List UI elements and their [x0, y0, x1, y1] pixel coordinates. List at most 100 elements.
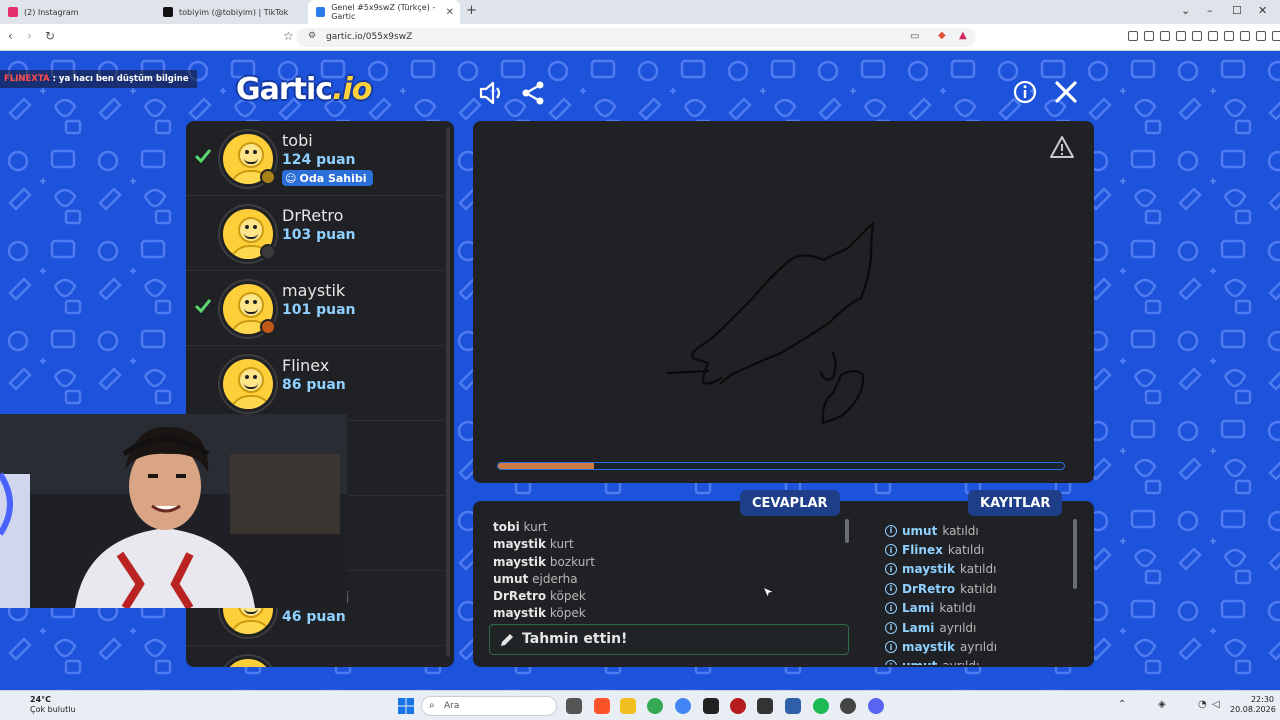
close-window-button[interactable]: ✕	[1258, 4, 1267, 17]
maximize-button[interactable]: ☐	[1232, 4, 1242, 17]
players-scrollbar[interactable]	[446, 127, 450, 657]
network-icon[interactable]: ◈	[1158, 699, 1166, 710]
answers-logs-panel: tobi kurt maystik kurt maystik bozkurt umut…	[473, 501, 1094, 667]
sound-icon[interactable]	[478, 80, 504, 106]
brave-shield-icon[interactable]: ◆	[938, 30, 946, 41]
share-icon[interactable]	[520, 80, 546, 106]
log-action: katıldı	[942, 523, 979, 538]
close-tab-icon[interactable]: ✕	[446, 7, 454, 18]
chrome-icon[interactable]	[647, 698, 663, 714]
site-info-icon[interactable]: ⚙	[308, 31, 316, 41]
extension-icon[interactable]	[1224, 31, 1234, 41]
round-timer-fill	[498, 463, 595, 469]
app-icon[interactable]	[757, 698, 773, 714]
info-icon: i	[885, 544, 897, 557]
extension-icon[interactable]	[1272, 31, 1280, 41]
tray-chevron-icon[interactable]: ⌃	[1118, 699, 1126, 710]
extension-icon[interactable]	[1192, 31, 1202, 41]
answer-text: köpek	[549, 589, 586, 604]
log-item: iumut ayrıldı	[885, 657, 1065, 665]
close-icon[interactable]	[1054, 80, 1078, 104]
tab-list-icon[interactable]: ⌄	[1181, 4, 1190, 17]
log-user: Lami	[902, 601, 935, 616]
answer-text: kurt	[549, 537, 574, 552]
volume-icon[interactable]: ◁	[1212, 699, 1220, 710]
file-explorer-icon[interactable]	[620, 698, 636, 714]
drawing-canvas[interactable]	[473, 121, 1094, 483]
cast-icon[interactable]: ▭	[910, 31, 919, 42]
pencil-icon	[501, 634, 513, 646]
chat-text: : ya hacı ben düştüm bilgine	[52, 74, 189, 84]
log-action: ayrıldı	[939, 620, 977, 635]
tab-instagram[interactable]: (2) Instagram	[0, 0, 155, 24]
brave-icon[interactable]	[594, 698, 610, 714]
player-row[interactable]: tobi 124 puan ☺ Oda Sahibi	[186, 121, 444, 196]
taskbar-clock[interactable]: 22:30 20.08.2026	[1230, 695, 1276, 715]
forward-button[interactable]: ›	[27, 29, 32, 43]
log-item: i maystik katıldı	[885, 560, 1065, 579]
log-item: i Flinex katıldı	[885, 540, 1065, 559]
extension-icon[interactable]	[1160, 31, 1170, 41]
logs-list: i umut katıldı i Flinex katıldı i maystik katıld…	[885, 521, 1065, 665]
answer-user: maystik	[493, 554, 547, 569]
answers-list: tobi kurt maystik kurt maystik bozkurt umut…	[493, 519, 833, 623]
tab-label: tobiyim (@tobiyim) | TikTok	[179, 7, 289, 17]
app-icon[interactable]	[785, 698, 801, 714]
player-row[interactable]: maystik 101 puan	[186, 271, 444, 346]
back-button[interactable]: ‹	[8, 29, 13, 43]
player-row[interactable]	[186, 646, 444, 667]
bookmark-icon[interactable]: ☆	[283, 29, 294, 43]
avatar	[220, 356, 276, 412]
extension-icon[interactable]	[1256, 31, 1266, 41]
search-placeholder: Ara	[444, 701, 460, 711]
log-action: katıldı	[960, 562, 997, 577]
log-action: katıldı	[947, 543, 985, 558]
player-row[interactable]: DrRetro 103 puan	[186, 196, 444, 271]
answer-item: maystik köpek	[493, 605, 833, 622]
extension-icon[interactable]	[1128, 31, 1138, 41]
log-user: Lami	[902, 620, 935, 635]
report-warning-icon[interactable]	[1049, 135, 1075, 159]
windows-start-icon[interactable]	[398, 698, 414, 714]
player-level-badge	[260, 319, 276, 335]
answer-text: ejderha	[532, 571, 578, 586]
time: 22:30	[1250, 695, 1274, 704]
rewards-icon[interactable]: ▲	[959, 30, 967, 41]
weather-widget[interactable]: 24°C Çok bulutlu	[10, 695, 76, 715]
minimize-button[interactable]: –	[1207, 4, 1213, 17]
browser-icon[interactable]	[675, 698, 691, 714]
answer-item: umut ejderha	[493, 571, 833, 588]
gartic-logo[interactable]: Gartic.io	[236, 72, 372, 107]
tiktok-icon	[163, 7, 173, 17]
windows-taskbar: 24°C Çok bulutlu ⌕ Ara ⌃ ◈ ◔ ◁ 22:30 20.…	[0, 690, 1280, 720]
answer-user: umut	[493, 571, 529, 586]
new-tab-button[interactable]: +	[466, 3, 477, 18]
reload-button[interactable]: ↻	[45, 29, 55, 43]
extension-icon[interactable]	[1240, 31, 1250, 41]
url-field[interactable]: ⚙ gartic.io/055x9swZ ▭ ◆ ▲	[296, 28, 976, 47]
answers-scrollbar[interactable]	[845, 519, 849, 543]
discord-icon[interactable]	[868, 698, 884, 714]
logo-suffix: .io	[332, 72, 372, 107]
logs-scrollbar[interactable]	[1073, 519, 1077, 589]
player-row[interactable]: Flinex 86 puan	[186, 346, 444, 421]
app-icon[interactable]	[703, 698, 719, 714]
extension-icon[interactable]	[1208, 31, 1218, 41]
info-icon: i	[885, 524, 897, 537]
player-name: maystik	[282, 281, 346, 300]
app-icon[interactable]	[730, 698, 746, 714]
taskbar-search[interactable]: ⌕ Ara	[421, 696, 557, 716]
info-icon[interactable]	[1013, 80, 1037, 104]
task-view-icon[interactable]	[566, 698, 582, 714]
extension-icon[interactable]	[1144, 31, 1154, 41]
tab-gartic[interactable]: Genel #5x9swZ (Türkçe) - Gartic ✕	[308, 0, 460, 24]
wifi-icon[interactable]: ◔	[1198, 699, 1207, 710]
app-icon[interactable]	[840, 698, 856, 714]
log-item: i DrRetro katıldı	[885, 579, 1065, 598]
spotify-icon[interactable]	[813, 698, 829, 714]
tab-tiktok[interactable]: tobiyim (@tobiyim) | TikTok	[155, 0, 310, 24]
log-action: katıldı	[939, 601, 976, 616]
log-user: umut	[902, 523, 938, 538]
extension-icon[interactable]	[1176, 31, 1186, 41]
guess-input[interactable]: Tahmin ettin!	[489, 624, 849, 655]
